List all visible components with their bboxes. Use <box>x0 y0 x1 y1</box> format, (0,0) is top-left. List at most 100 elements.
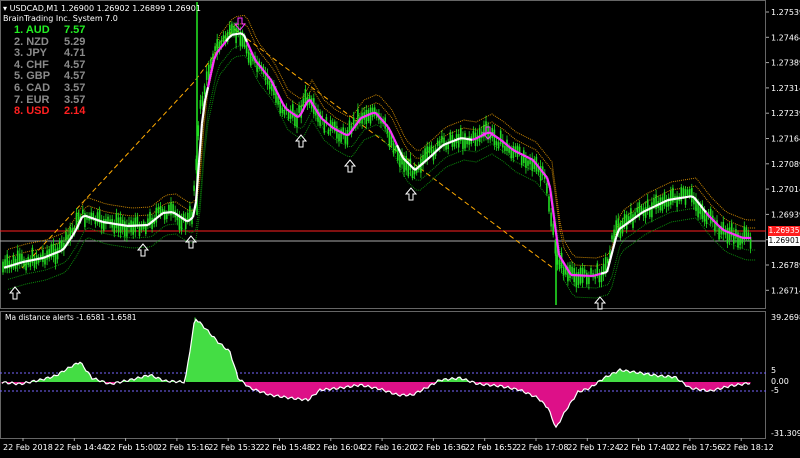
moving-average-segment <box>52 253 55 254</box>
moving-average-segment <box>730 233 733 234</box>
buy-arrow-icon <box>138 244 148 256</box>
moving-average-segment <box>28 260 31 261</box>
dropdown-triangle-icon[interactable]: ▾ <box>3 4 7 13</box>
candle-body <box>202 96 204 106</box>
moving-average-segment <box>529 158 532 160</box>
price-axis-label: 1.26789 <box>771 261 800 270</box>
candle-body <box>170 203 172 216</box>
candle-body <box>206 71 208 80</box>
candle-body <box>584 269 586 273</box>
price-chart[interactable]: 1.275391.274641.273891.273141.272391.271… <box>0 0 800 454</box>
moving-average-segment <box>352 126 355 130</box>
moving-average-segment <box>646 209 649 210</box>
candle-body <box>246 45 248 53</box>
candle-body <box>548 196 550 211</box>
moving-average-segment <box>178 215 181 217</box>
candle-body <box>458 134 460 148</box>
price-axis-label: 1.27389 <box>771 59 800 68</box>
candle-body <box>699 207 701 214</box>
time-axis-label: 22 Feb 14:44 <box>54 443 106 452</box>
moving-average-segment <box>733 234 736 235</box>
moving-average-segment <box>325 121 328 124</box>
moving-average-segment <box>43 257 46 258</box>
currency-strength-table: 1. AUD7.572. NZD5.293. JPY4.714. CHF4.57… <box>14 25 104 118</box>
moving-average-segment <box>337 130 340 132</box>
moving-average-segment <box>226 38 229 42</box>
time-axis-label: 22 Feb 15:32 <box>208 443 260 452</box>
candle-body <box>664 192 666 206</box>
candle-body <box>353 118 355 126</box>
strength-value: 7.57 <box>64 25 104 37</box>
candle-body <box>653 198 655 205</box>
price-axis-label: 1.27239 <box>771 109 800 118</box>
moving-average-segment <box>526 157 529 159</box>
candle-body <box>513 146 515 158</box>
candle-body <box>82 210 84 214</box>
candle-body <box>557 255 559 265</box>
time-axis-label: 22 Feb 15:00 <box>106 443 158 452</box>
candle-body <box>336 126 338 138</box>
chart-canvas[interactable]: 1.275391.274641.273891.273141.272391.271… <box>0 0 800 454</box>
buy-arrow-icon <box>595 297 605 309</box>
moving-average-segment <box>25 261 28 262</box>
candle-body <box>347 130 349 145</box>
moving-average-segment <box>598 274 601 275</box>
moving-average-segment <box>16 263 19 264</box>
candle-body <box>103 219 105 231</box>
candle-body <box>504 146 506 151</box>
moving-average-segment <box>7 266 10 267</box>
candle-body <box>578 272 580 285</box>
moving-average-segment <box>67 240 70 245</box>
symbol-header: ▾ USDCAD,M1 1.26900 1.26902 1.26899 1.26… <box>3 4 201 14</box>
candle-body <box>324 121 326 133</box>
time-axis-label: 22 Feb 15:48 <box>260 443 312 452</box>
moving-average-segment <box>238 33 241 34</box>
moving-average-segment <box>472 139 475 140</box>
candle-body <box>338 133 340 141</box>
price-axis-label: 1.27014 <box>771 185 800 194</box>
moving-average-segment <box>454 140 457 141</box>
candle-body <box>636 208 638 213</box>
moving-average-segment <box>91 218 94 219</box>
osc-axis-label: 0.00 <box>771 377 789 386</box>
moving-average-segment <box>394 139 397 145</box>
buy-arrow-icon <box>186 236 196 248</box>
candle-body <box>525 158 527 168</box>
candle-body <box>431 145 433 153</box>
candle-body <box>552 224 554 235</box>
moving-average-segment <box>415 167 418 170</box>
moving-average-segment <box>451 141 454 142</box>
moving-average-segment <box>562 260 565 265</box>
price-axis-label: 1.27464 <box>771 33 800 42</box>
moving-average-segment <box>304 102 307 108</box>
moving-average-segment <box>463 138 466 139</box>
moving-average-segment <box>517 152 520 154</box>
candle-body <box>370 108 372 124</box>
moving-average-segment <box>478 136 481 138</box>
moving-average-segment <box>172 212 175 213</box>
moving-average-segment <box>481 135 484 137</box>
strength-row: 1. AUD7.57 <box>14 25 104 37</box>
moving-average-segment <box>652 206 655 207</box>
moving-average-segment <box>442 144 445 146</box>
candle-body <box>399 154 401 167</box>
candle-body <box>298 105 300 113</box>
candle-body <box>624 214 626 225</box>
price-axis-label: 1.27164 <box>771 135 800 144</box>
osc-axis-label: 5 <box>771 366 776 375</box>
candle-body <box>466 140 468 144</box>
candle-body <box>284 110 286 115</box>
moving-average-segment <box>97 220 100 221</box>
moving-average-segment <box>10 265 13 266</box>
moving-average-segment <box>649 208 652 209</box>
moving-average-segment <box>475 138 478 140</box>
time-axis-label: 22 Feb 17:40 <box>619 443 671 452</box>
moving-average-segment <box>736 235 739 236</box>
moving-average-segment <box>58 251 61 252</box>
moving-average-segment <box>340 132 343 134</box>
moving-average-segment <box>184 219 187 221</box>
candle-body <box>48 249 50 258</box>
moving-average-segment <box>601 273 604 274</box>
time-axis-label: 22 Feb 18:12 <box>721 443 773 452</box>
moving-average-segment <box>709 216 712 219</box>
